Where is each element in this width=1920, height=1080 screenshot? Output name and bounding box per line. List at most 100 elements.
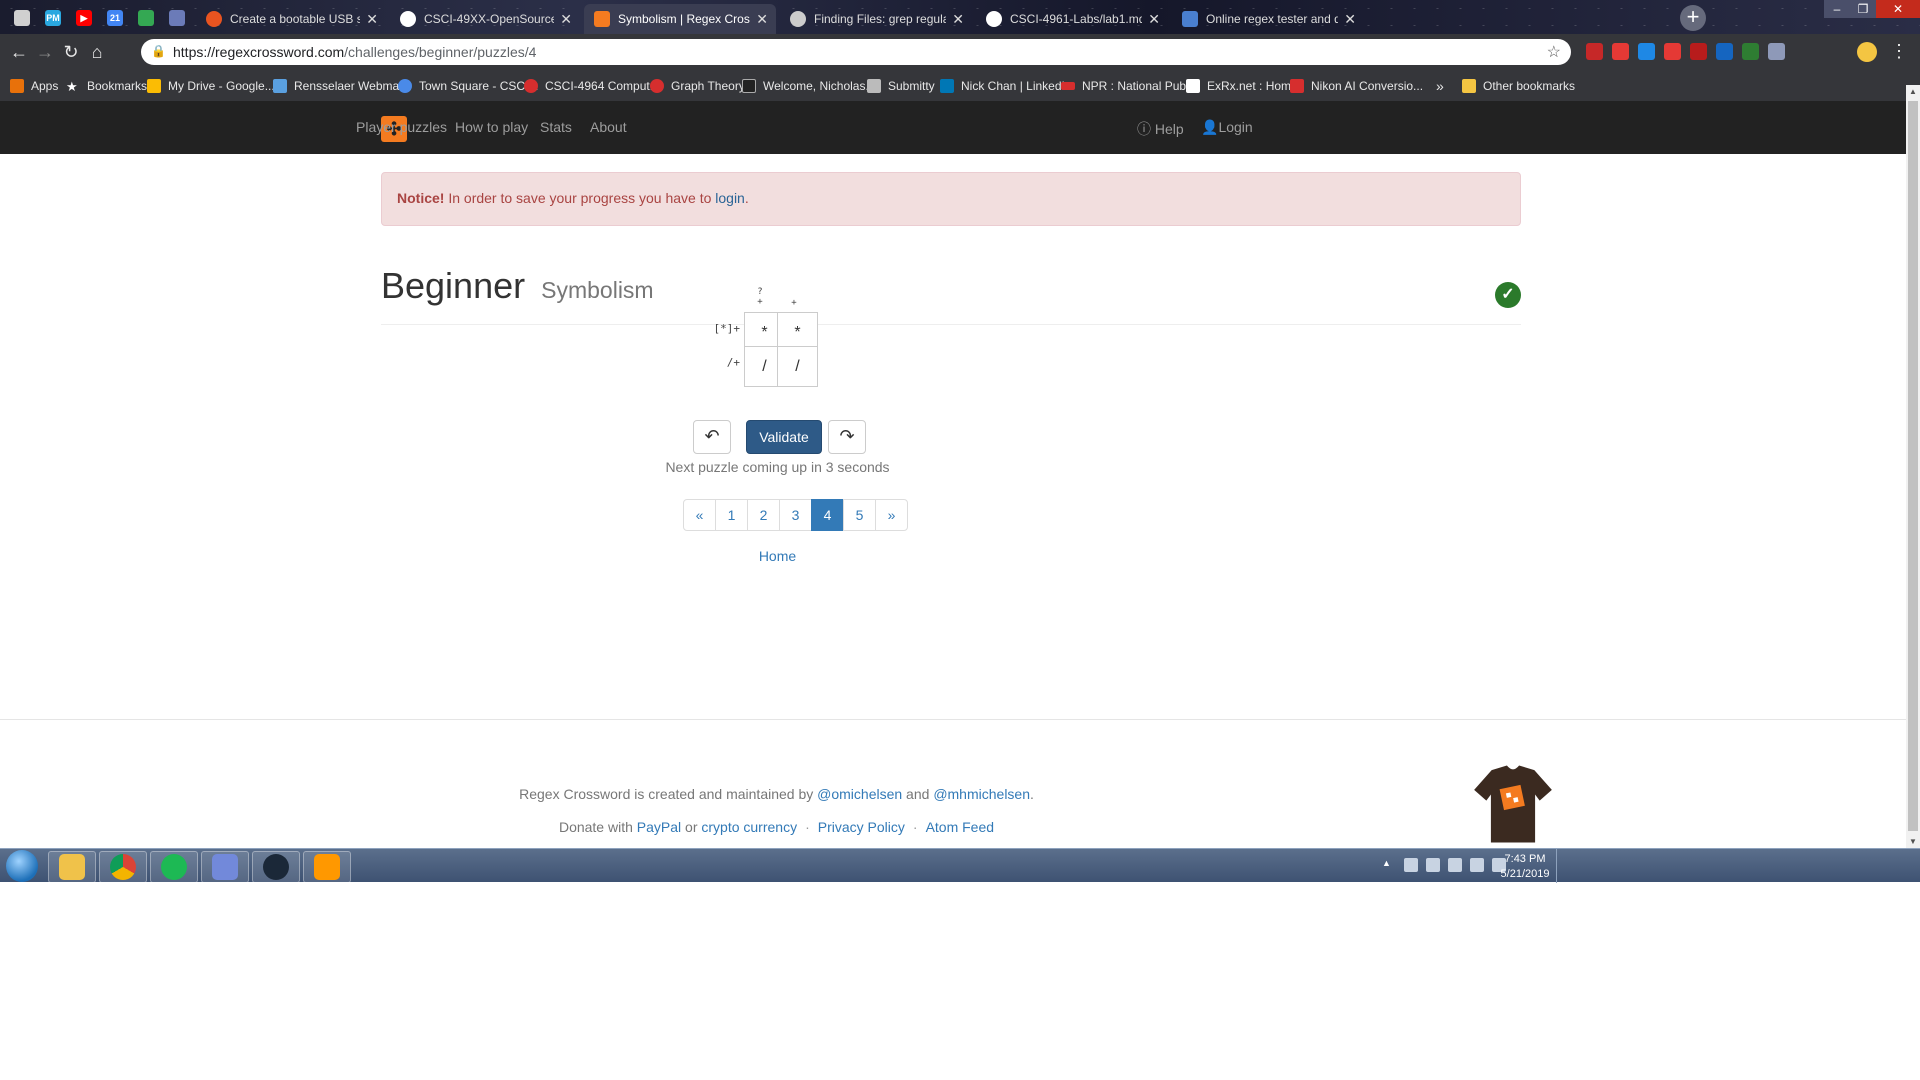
notice-login-link[interactable]: login [715, 190, 745, 206]
pagination-page-2[interactable]: 2 [747, 499, 780, 531]
scroll-up-arrow[interactable]: ▲ [1909, 87, 1917, 96]
nav-how-to-play[interactable]: How to play [455, 119, 528, 135]
bookmark-graph-theory[interactable]: Graph Theory [650, 77, 745, 95]
pagination-next[interactable]: » [875, 499, 908, 531]
action-center-icon[interactable] [1448, 858, 1462, 872]
pagination-prev[interactable]: « [683, 499, 716, 531]
tab-grep[interactable]: Finding Files: grep regular expre ✕ [780, 4, 972, 34]
home-link[interactable]: Home [576, 548, 979, 564]
nav-login[interactable]: 👤Login [1201, 119, 1253, 136]
privacy-policy-link[interactable]: Privacy Policy [818, 819, 905, 835]
bookmark-linkedin[interactable]: Nick Chan | LinkedIn [940, 77, 1072, 95]
bookmark-label: Apps [31, 79, 59, 93]
bookmark-exrx[interactable]: ExRx.net : Home [1186, 77, 1298, 95]
extension-icon[interactable] [1612, 43, 1629, 60]
show-desktop-button[interactable] [1556, 849, 1568, 883]
menu-dots-icon[interactable]: ⋮ [1890, 41, 1908, 62]
nav-stats[interactable]: Stats [540, 119, 572, 135]
tab-bootable-usb[interactable]: Create a bootable USB stick on W ✕ [196, 4, 386, 34]
start-button[interactable] [6, 850, 38, 882]
other-bookmarks[interactable]: Other bookmarks [1462, 77, 1575, 95]
new-tab-button[interactable]: + [1680, 5, 1706, 31]
extension-icon[interactable] [1638, 43, 1655, 60]
reload-button[interactable]: ↻ [60, 41, 82, 63]
author-link-mhmichelsen[interactable]: @mhmichelsen [933, 786, 1030, 802]
star-icon: ★ [66, 79, 78, 94]
puzzle-name: Symbolism [541, 277, 654, 303]
author-link-omichelsen[interactable]: @omichelsen [817, 786, 902, 802]
row-clue-text: /+ [726, 356, 740, 369]
pagination-page-5[interactable]: 5 [843, 499, 876, 531]
address-bar[interactable]: 🔒 https://regexcrossword.com/challenges/… [141, 39, 1571, 65]
tab-regex-tester[interactable]: Online regex tester and debugge ✕ [1172, 4, 1364, 34]
ubuntu-icon [206, 11, 222, 27]
pagination-page-3[interactable]: 3 [779, 499, 812, 531]
bookmark-bookmarks[interactable]: ★ Bookmarks [66, 77, 147, 95]
taskbar-discord[interactable] [201, 851, 249, 883]
bookmark-csci4964[interactable]: CSCI-4964 Comput... [524, 77, 660, 95]
puzzle-cell[interactable]: / [777, 346, 818, 387]
taskbar-chrome[interactable] [99, 851, 147, 883]
close-icon[interactable]: ✕ [560, 11, 572, 28]
close-icon[interactable]: ✕ [1344, 11, 1356, 28]
bookmark-apps[interactable]: Apps [10, 77, 58, 95]
taskbar-file-explorer[interactable] [48, 851, 96, 883]
extension-icon[interactable] [1716, 43, 1733, 60]
close-icon[interactable]: ✕ [952, 11, 964, 28]
atom-feed-link[interactable]: Atom Feed [926, 819, 994, 835]
close-icon[interactable]: ✕ [366, 11, 378, 28]
bookmarks-overflow-button[interactable]: » [1436, 77, 1444, 95]
forward-button[interactable]: → [34, 41, 56, 63]
dropbox-icon[interactable] [1404, 858, 1418, 872]
minimize-button[interactable]: – [1824, 0, 1850, 18]
taskbar-spotify[interactable] [150, 851, 198, 883]
profile-avatar[interactable] [1857, 42, 1877, 62]
window-close-button[interactable]: ✕ [1876, 0, 1920, 18]
back-button[interactable]: ← [8, 41, 30, 63]
tray-expand-icon[interactable]: ▲ [1382, 858, 1396, 872]
tshirt-merch-image[interactable] [1468, 764, 1558, 844]
crypto-link[interactable]: crypto currency [701, 819, 797, 835]
bookmark-npr[interactable]: NPR : National Publ... [1061, 77, 1199, 95]
tab-csci-labs[interactable]: CSCI-4961-Labs/lab1.md at mast ✕ [976, 4, 1168, 34]
nav-help[interactable]: ⓘ Help [1137, 119, 1184, 139]
page-scrollbar[interactable]: ▲ ▼ [1906, 85, 1920, 848]
pm-icon: PM [45, 10, 61, 26]
extension-icon[interactable] [1690, 43, 1707, 60]
close-icon[interactable]: ✕ [756, 11, 768, 28]
tray-app-icon[interactable] [1426, 858, 1440, 872]
taskbar-clock[interactable]: 7:43 PM 5/21/2019 [1490, 852, 1560, 882]
extension-icon[interactable] [1664, 43, 1681, 60]
scrollbar-thumb[interactable] [1908, 101, 1918, 831]
bookmark-label: NPR : National Publ... [1082, 79, 1199, 93]
close-icon[interactable]: ✕ [1148, 11, 1160, 28]
tab-lab-intro[interactable]: CSCI-49XX-OpenSource/Lab-Intr ✕ [390, 4, 580, 34]
bookmark-submitty[interactable]: Submitty [867, 77, 935, 95]
taskbar-steam[interactable] [252, 851, 300, 883]
restore-button[interactable]: ❐ [1850, 0, 1876, 18]
extension-icon[interactable] [1742, 43, 1759, 60]
undo-button[interactable]: ↶ [693, 420, 731, 454]
bookmark-blackboard[interactable]: Welcome, Nicholas... [742, 77, 875, 95]
clock-date: 5/21/2019 [1500, 868, 1550, 880]
nav-player-puzzles[interactable]: Player puzzles [356, 119, 447, 135]
network-icon[interactable] [1470, 858, 1484, 872]
taskbar-sublime-text[interactable] [303, 851, 351, 883]
nav-about[interactable]: About [590, 119, 627, 135]
bookmark-star-icon[interactable]: ☆ [1547, 42, 1561, 62]
paypal-link[interactable]: PayPal [637, 819, 681, 835]
tab-regex-crossword[interactable]: Symbolism | Regex Crossword ✕ [584, 4, 776, 34]
home-icon[interactable]: ⌂ [86, 41, 108, 63]
pagination-page-1[interactable]: 1 [715, 499, 748, 531]
pinned-tab-extra[interactable] [159, 4, 195, 32]
extension-icon[interactable] [1768, 43, 1785, 60]
bookmark-nikon[interactable]: Nikon AI Conversio... [1290, 77, 1423, 95]
pagination-page-4[interactable]: 4 [811, 499, 844, 531]
bookmark-drive[interactable]: My Drive - Google... [147, 77, 275, 95]
bookmark-town-square[interactable]: Town Square - CSCI... [398, 77, 538, 95]
scroll-down-arrow[interactable]: ▼ [1909, 837, 1917, 846]
bookmark-webmail[interactable]: Rensselaer Webmai... [273, 77, 412, 95]
validate-button[interactable]: Validate [746, 420, 822, 454]
extension-icon[interactable] [1586, 43, 1603, 60]
redo-button[interactable]: ↷ [828, 420, 866, 454]
